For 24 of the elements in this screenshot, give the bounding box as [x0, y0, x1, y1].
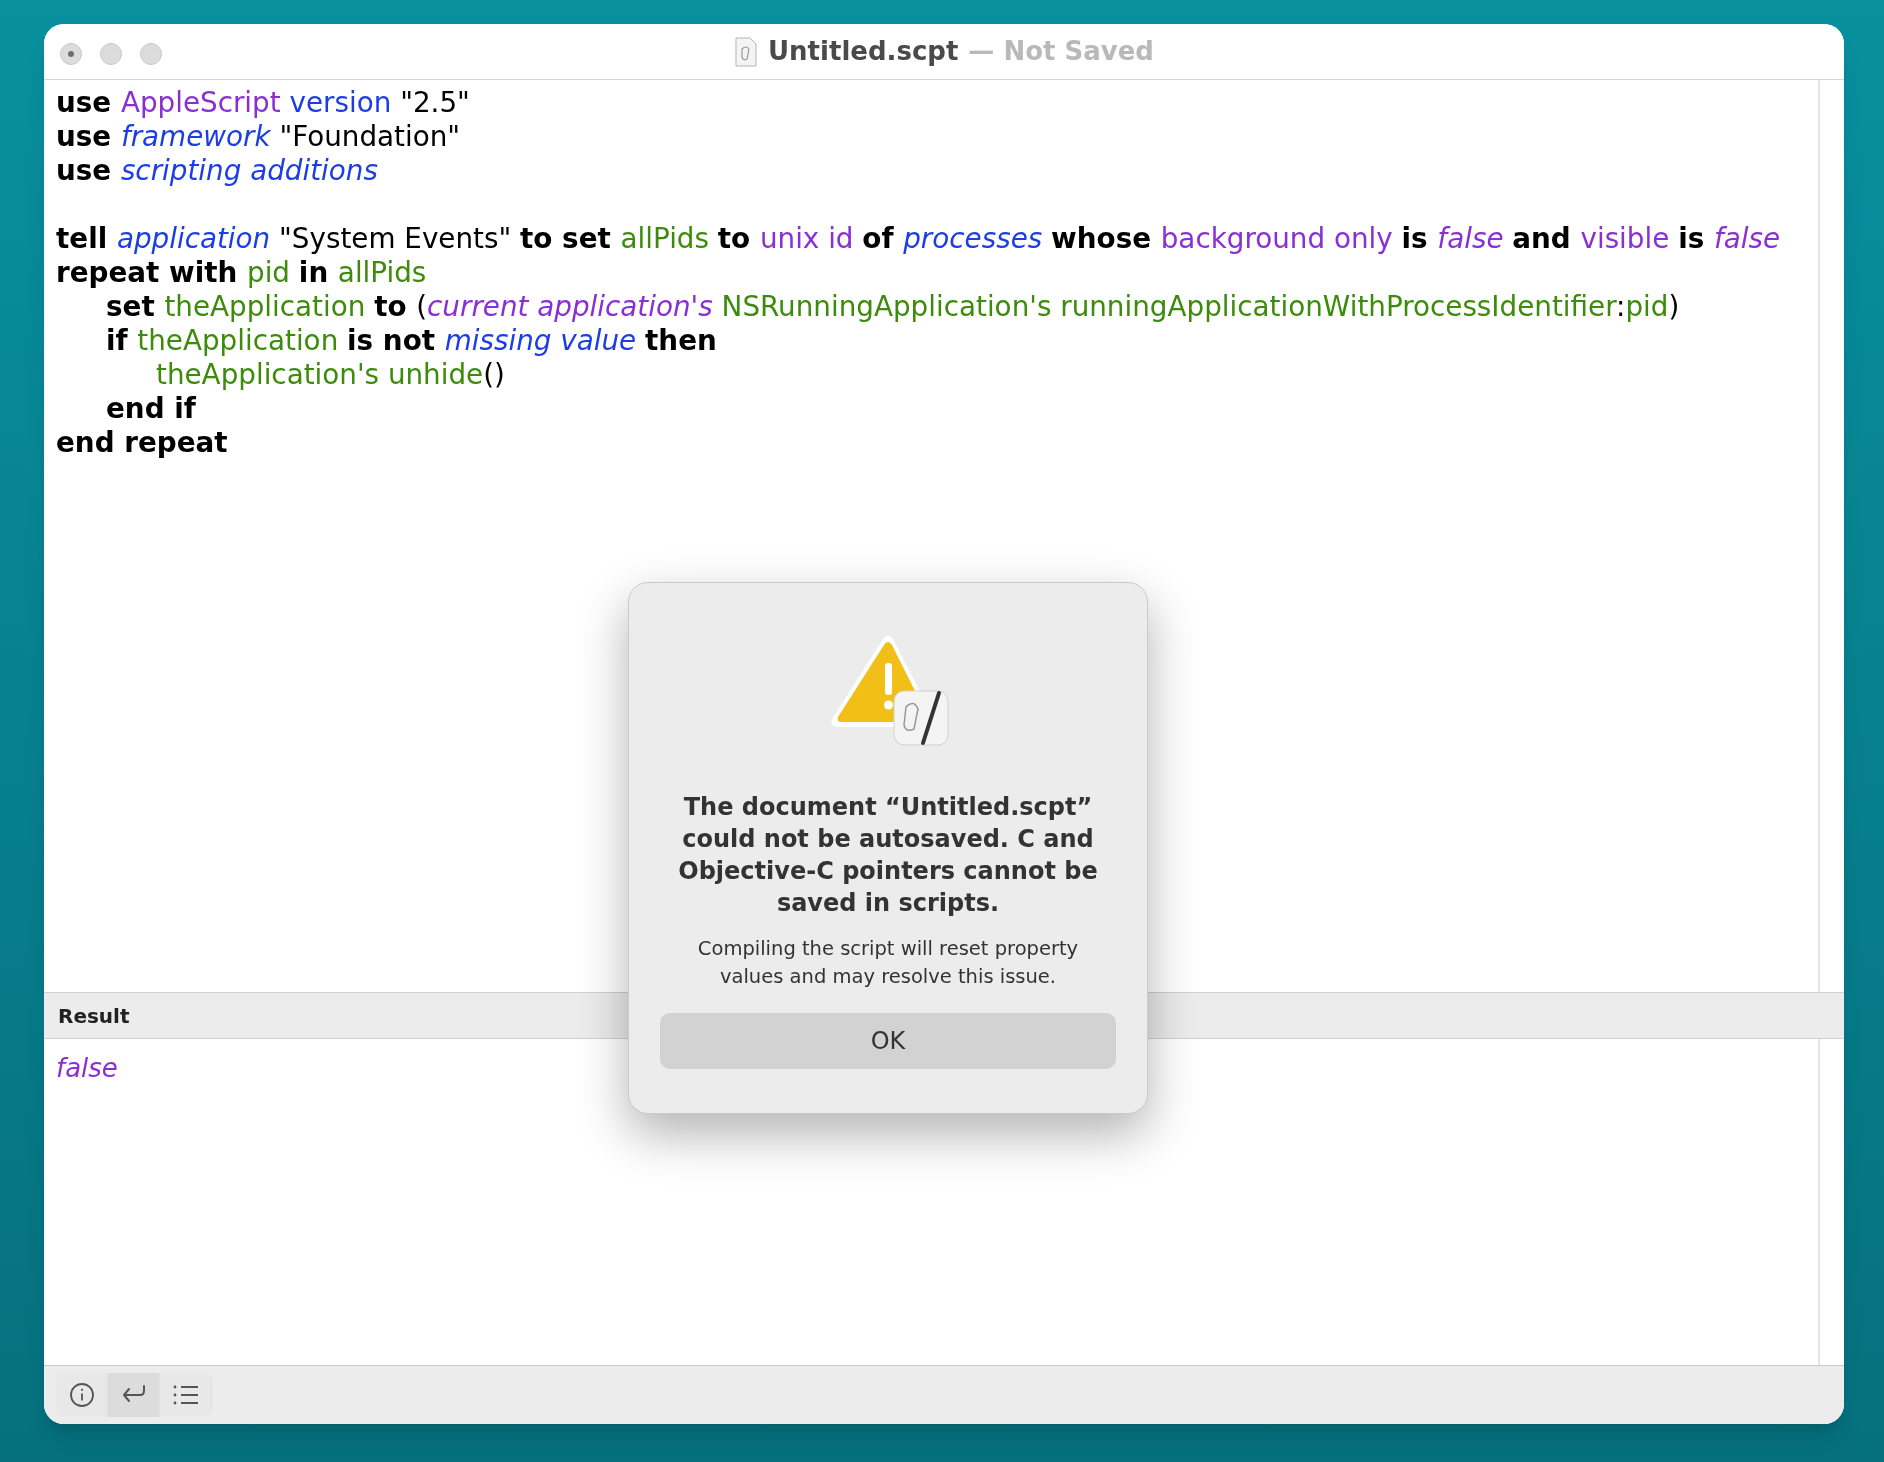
- code-line: if theApplication is not missing value then: [106, 324, 717, 358]
- code-line: use AppleScript version "2.5": [56, 86, 470, 120]
- save-status: — Not Saved: [968, 35, 1154, 68]
- window-title: Untitled.scpt: [768, 35, 959, 68]
- code-line: end repeat: [56, 426, 228, 460]
- code-line: end if: [106, 392, 196, 426]
- alert-title: The document “Untitled.scpt” could not be autosaved. C and Objective-C pointers cannot be saved in scripts.: [677, 792, 1099, 919]
- ok-button[interactable]: OK: [660, 1013, 1116, 1069]
- info-icon: [68, 1382, 95, 1408]
- code-line: use scripting additions: [56, 154, 378, 188]
- toolbar-tab[interactable]: [56, 1373, 108, 1417]
- code-line: set theApplication to (current application's NSRunningApplication's runningApplicationWithProcessIdentifier:pid): [106, 290, 1680, 324]
- toolbar-tab[interactable]: [108, 1373, 160, 1417]
- close-button[interactable]: [60, 43, 82, 65]
- result-label: Result: [58, 1002, 130, 1030]
- code-line: theApplication's unhide(): [156, 358, 505, 392]
- code-line: repeat with pid in allPids: [56, 256, 427, 290]
- toolbar-tab[interactable]: [160, 1373, 212, 1417]
- document-icon: [734, 36, 758, 67]
- list-icon: [171, 1384, 200, 1406]
- code-line: use framework "Foundation": [56, 120, 461, 154]
- code-line: tell application "System Events" to set allPids to unix id of processes whose background only is false and visible is false: [56, 222, 1781, 256]
- alert-message: Compiling the script will reset property values and may resolve this issue.: [696, 936, 1080, 990]
- result-value: false: [56, 1052, 118, 1085]
